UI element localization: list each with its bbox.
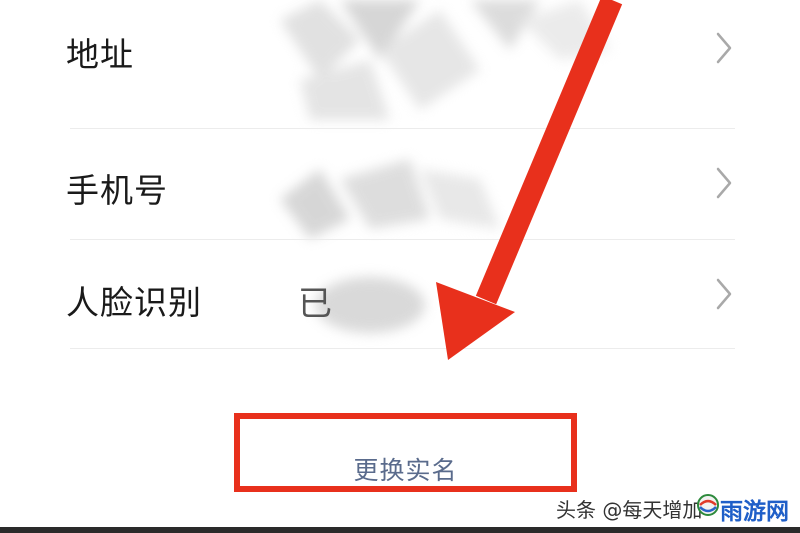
chevron-right-icon xyxy=(716,167,732,199)
chevron-right-icon xyxy=(716,32,732,64)
change-real-name-label: 更换实名 xyxy=(353,456,458,485)
chevron-right-icon xyxy=(716,278,732,310)
address-value-blurred xyxy=(280,0,610,120)
change-real-name-button[interactable]: 更换实名 xyxy=(234,413,577,492)
brand-logo-icon xyxy=(697,494,719,516)
row-phone[interactable]: 手机号 xyxy=(0,129,800,239)
divider xyxy=(70,348,735,349)
row-address[interactable]: 地址 xyxy=(0,0,800,128)
watermark-brand: 雨游网 xyxy=(720,499,789,525)
row-face-recognition-label: 人脸识别 xyxy=(66,283,202,322)
face-status-partial: 已 xyxy=(298,284,332,324)
watermark-text: 头条 @每天增加 xyxy=(556,498,703,522)
phone-value-blurred xyxy=(280,159,500,239)
row-face-recognition[interactable]: 人脸识别 xyxy=(0,240,800,348)
phone-screen: 地址 手机号 人脸识别 已 更换实名 头条 @每天增加 雨游网 xyxy=(0,0,800,533)
bottom-border xyxy=(0,527,800,533)
row-address-label: 地址 xyxy=(66,35,134,74)
row-phone-label: 手机号 xyxy=(66,171,168,210)
